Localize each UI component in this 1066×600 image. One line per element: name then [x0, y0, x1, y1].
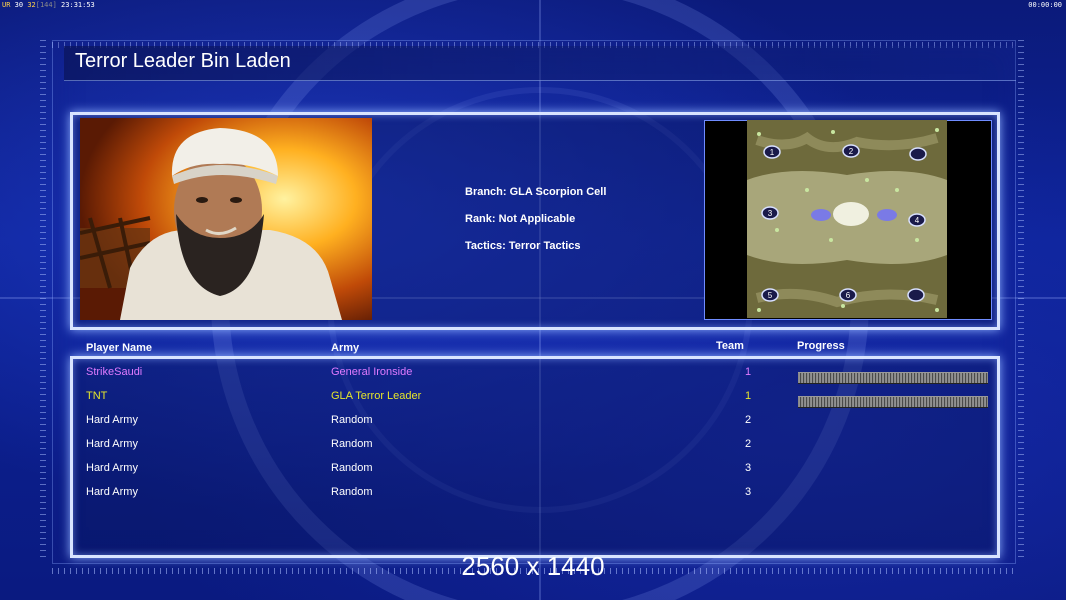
tactics-label: Tactics: Terror Tactics: [465, 240, 581, 252]
header-army: Army: [331, 342, 360, 354]
player-army: Random: [331, 486, 373, 498]
player-army: Random: [331, 414, 373, 426]
hud-clock: 23:31:53: [61, 1, 95, 9]
player-name: TNT: [86, 390, 108, 402]
hud-prefix: UR: [2, 1, 11, 9]
player-row: StrikeSaudi General Ironside 1: [0, 366, 1066, 386]
left-ruler: [40, 40, 46, 560]
branch-label: Branch: GLA Scorpion Cell: [465, 186, 607, 198]
hud-bracket: [144]: [35, 1, 57, 9]
player-army: GLA Terror Leader: [331, 390, 422, 402]
player-army: Random: [331, 438, 373, 450]
player-row: Hard Army Random 3: [0, 486, 1066, 506]
minimap-terrain: [747, 120, 947, 318]
right-ruler: [1018, 40, 1024, 560]
player-row: TNT GLA Terror Leader 1: [0, 390, 1066, 410]
hud-status: UR 30 32[144] 23:31:53: [2, 0, 95, 10]
general-portrait: [80, 118, 372, 320]
header-player-name: Player Name: [86, 342, 153, 354]
player-team: 2: [745, 438, 752, 450]
player-team: 1: [745, 366, 752, 378]
hud-fps-target: 32: [27, 1, 36, 9]
player-name: Hard Army: [86, 486, 138, 498]
player-team: 3: [745, 462, 752, 474]
resolution-label: 2560 x 1440: [461, 551, 605, 581]
header-progress: Progress: [797, 340, 845, 352]
player-row: Hard Army Random 3: [0, 462, 1066, 482]
rank-label: Rank: Not Applicable: [465, 213, 576, 225]
hud-timer: 00:00:00: [1028, 1, 1062, 9]
portrait-image: [80, 118, 372, 320]
player-name: Hard Army: [86, 414, 138, 426]
player-army: General Ironside: [331, 366, 413, 378]
loading-progress-bar: [798, 372, 988, 384]
hud-fps: 30: [14, 1, 24, 9]
player-name: Hard Army: [86, 462, 138, 474]
player-army: Random: [331, 462, 373, 474]
player-team: 2: [745, 414, 752, 426]
minimap: [747, 120, 947, 318]
page-title: Terror Leader Bin Laden: [75, 50, 291, 72]
player-team: 3: [745, 486, 752, 498]
player-row: Hard Army Random 2: [0, 438, 1066, 458]
player-name: StrikeSaudi: [86, 366, 143, 378]
player-name: Hard Army: [86, 438, 138, 450]
player-row: Hard Army Random 2: [0, 414, 1066, 434]
player-team: 1: [745, 390, 752, 402]
header-team: Team: [716, 340, 744, 352]
loading-progress-bar: [798, 396, 988, 408]
